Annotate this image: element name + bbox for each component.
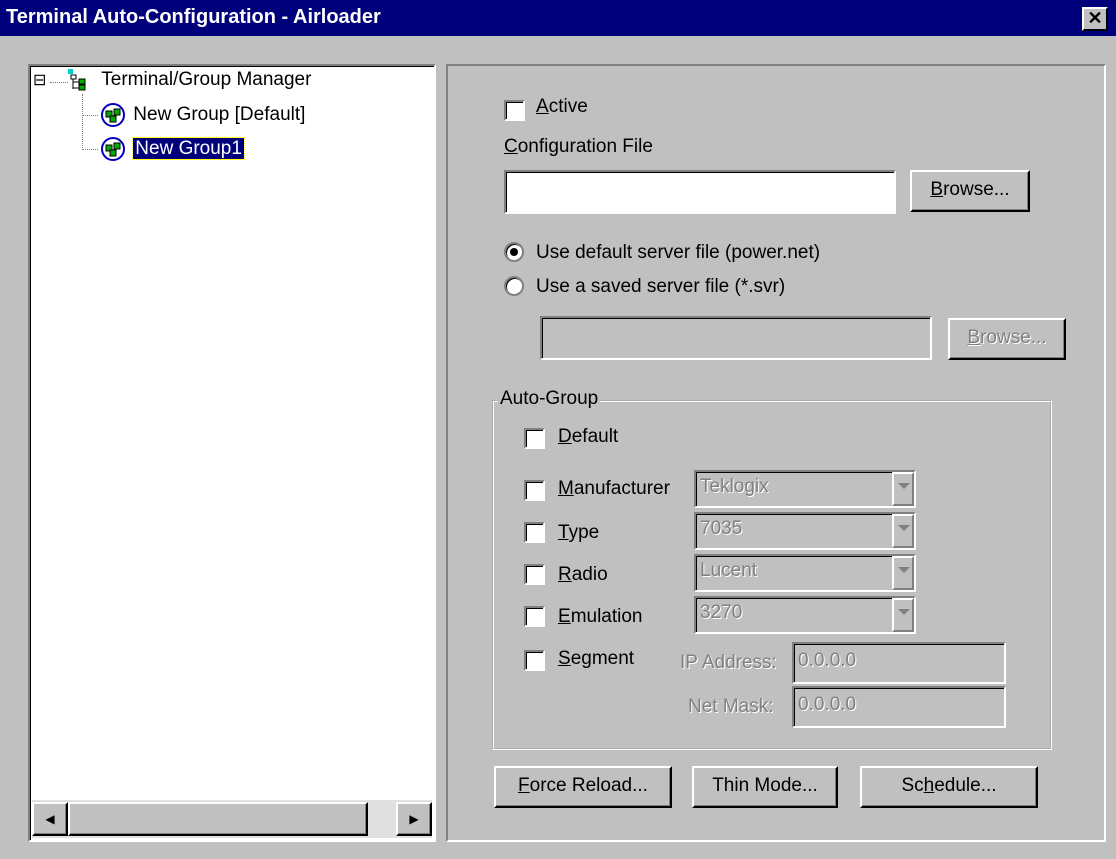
force-reload-button[interactable]: Force Reload...: [494, 766, 672, 808]
config-file-label-accel: C: [504, 136, 518, 157]
ip-address-value: 0.0.0.0: [798, 650, 857, 671]
default-text: efault: [571, 426, 619, 447]
tree-item-new-group-default[interactable]: New Group [Default]: [100, 102, 305, 128]
default-label: Default: [558, 426, 618, 448]
config-file-input[interactable]: [504, 170, 896, 214]
auto-group-legend: Auto-Group: [498, 388, 601, 410]
tree-manager-icon: [68, 69, 90, 91]
type-text: ype: [568, 522, 600, 543]
default-accel: D: [558, 426, 572, 447]
browse-accel: B: [930, 179, 944, 200]
schedule-accel: h: [923, 775, 935, 796]
schedule-button[interactable]: Schedule...: [860, 766, 1038, 808]
manufacturer-select: Teklogix: [694, 470, 916, 508]
type-select: 7035: [694, 512, 916, 550]
segment-checkbox[interactable]: [524, 650, 545, 671]
emulation-value: 3270: [700, 602, 743, 623]
radio-select: Lucent: [694, 554, 916, 592]
tree-root-item[interactable]: Terminal/Group Manager: [68, 69, 311, 91]
chevron-down-icon: [892, 472, 914, 506]
browse-saved-text: rowse...: [980, 327, 1047, 348]
tree-connector: [82, 94, 83, 150]
active-label-accel: A: [536, 96, 549, 117]
segment-label: Segment: [558, 648, 634, 670]
scroll-thumb[interactable]: [68, 802, 368, 836]
tree-root-label: Terminal/Group Manager: [101, 69, 312, 90]
radio-text: adio: [571, 564, 608, 585]
force-reload-text: orce Reload...: [529, 775, 648, 796]
manufacturer-checkbox[interactable]: [524, 480, 545, 501]
group-icon: [100, 136, 126, 162]
net-mask-input: 0.0.0.0: [792, 686, 1006, 728]
schedule-text: edule...: [934, 775, 997, 796]
manufacturer-value: Teklogix: [700, 476, 769, 497]
manufacturer-accel: M: [558, 478, 574, 499]
tree-item-label: New Group [Default]: [133, 104, 306, 125]
emulation-accel: E: [558, 606, 571, 627]
tree-connector: [50, 82, 68, 83]
net-mask-label: Net Mask:: [688, 696, 774, 717]
arrow-right-icon: ▶: [409, 812, 419, 826]
radio-label: Radio: [558, 564, 608, 586]
segment-accel: S: [558, 648, 571, 669]
emulation-label: Emulation: [558, 606, 643, 628]
close-icon: ✕: [1087, 8, 1103, 28]
tree-view[interactable]: ⊟ Terminal/Group Manager New Group [Defa…: [28, 64, 436, 842]
ip-address-label: IP Address:: [680, 652, 777, 673]
scroll-left-button[interactable]: ◀: [32, 802, 68, 836]
active-label: Active: [536, 96, 588, 118]
radio-value: Lucent: [700, 560, 758, 581]
radio-saved-server[interactable]: [504, 276, 524, 296]
force-reload-accel: F: [518, 775, 530, 796]
tree-item-new-group1[interactable]: New Group1: [100, 136, 245, 162]
radio-accel: R: [558, 564, 572, 585]
thin-mode-text: Thin Mode...: [712, 775, 818, 796]
tree-connector: [82, 149, 98, 150]
type-accel: T: [558, 522, 569, 543]
group-icon: [100, 102, 126, 128]
ip-address-input: 0.0.0.0: [792, 642, 1006, 684]
browse-saved-button: Browse...: [948, 318, 1066, 360]
horizontal-scrollbar[interactable]: ◀ ▶: [32, 800, 432, 838]
browse-button[interactable]: Browse...: [910, 170, 1030, 212]
manufacturer-label: Manufacturer: [558, 478, 670, 500]
radio-default-label: Use default server file (power.net): [536, 242, 821, 263]
tree-item-label-selected: New Group1: [132, 137, 245, 160]
schedule-text-pre: Sc: [901, 775, 924, 796]
net-mask-value: 0.0.0.0: [798, 694, 857, 715]
config-file-label: Configuration File: [504, 136, 653, 158]
saved-file-input: [540, 316, 932, 360]
active-checkbox[interactable]: [504, 100, 525, 121]
type-label: Type: [558, 522, 599, 544]
tree-expander-icon[interactable]: ⊟: [33, 73, 46, 89]
configuration-panel: Active Configuration File Browse... Use …: [446, 64, 1106, 842]
thin-mode-button[interactable]: Thin Mode...: [692, 766, 838, 808]
active-label-text: ctive: [548, 96, 588, 117]
type-checkbox[interactable]: [524, 522, 545, 543]
manufacturer-text: anufacturer: [573, 478, 670, 499]
chevron-down-icon: [892, 514, 914, 548]
arrow-left-icon: ◀: [45, 812, 55, 826]
emulation-text: mulation: [570, 606, 643, 627]
radio-saved-label: Use a saved server file (*.svr): [536, 276, 786, 297]
title-bar: Terminal Auto-Configuration - Airloader …: [0, 0, 1116, 36]
radio-checkbox[interactable]: [524, 564, 545, 585]
emulation-checkbox[interactable]: [524, 606, 545, 627]
close-button[interactable]: ✕: [1082, 7, 1108, 31]
browse-saved-accel: B: [967, 327, 981, 348]
default-checkbox[interactable]: [524, 428, 545, 449]
chevron-down-icon: [892, 598, 914, 632]
chevron-down-icon: [892, 556, 914, 590]
tree-connector: [82, 115, 98, 116]
config-file-label-text: onfiguration File: [517, 136, 653, 157]
browse-text: rowse...: [943, 179, 1010, 200]
segment-text: egment: [570, 648, 635, 669]
scroll-right-button[interactable]: ▶: [396, 802, 432, 836]
emulation-select: 3270: [694, 596, 916, 634]
window-title: Terminal Auto-Configuration - Airloader: [6, 6, 381, 28]
type-value: 7035: [700, 518, 743, 539]
radio-default-server[interactable]: [504, 242, 524, 262]
